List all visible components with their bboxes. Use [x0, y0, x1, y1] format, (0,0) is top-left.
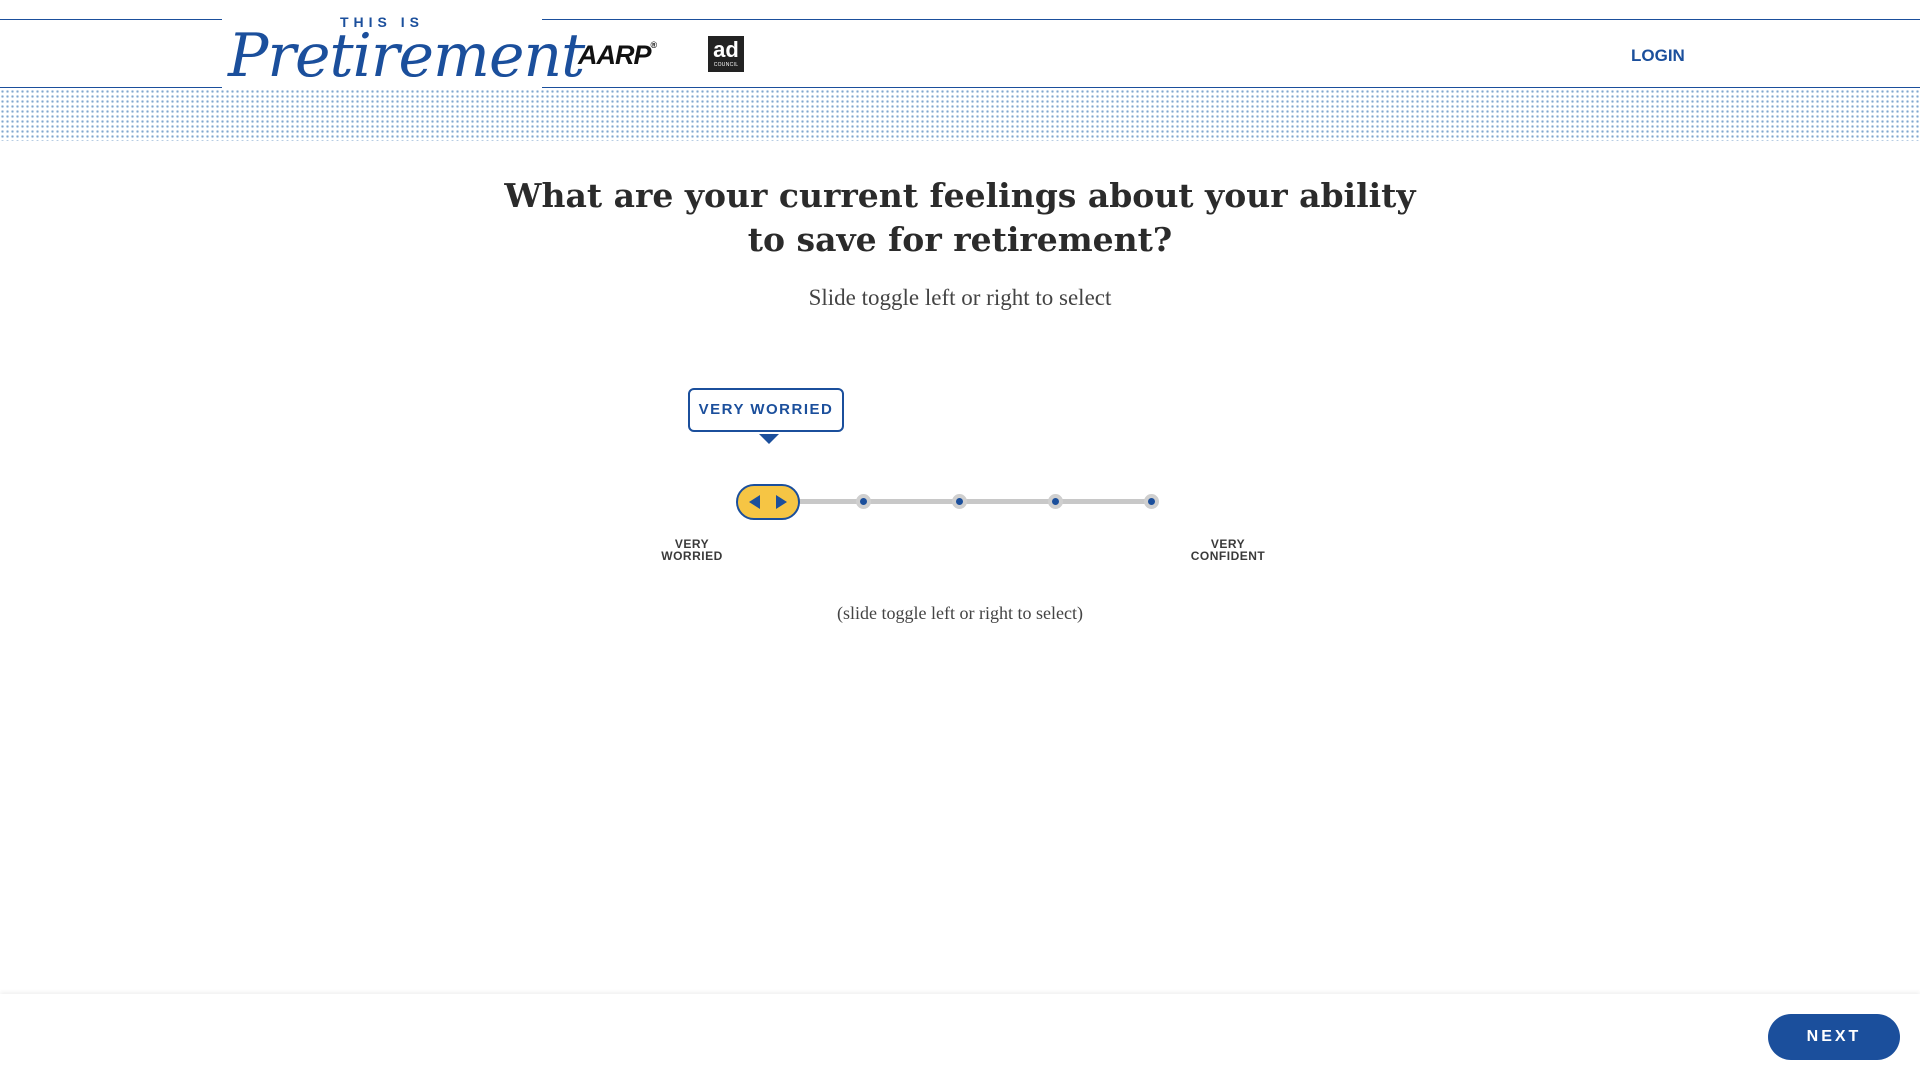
site-header: THIS IS Pretirement AARP® ad COUNCIL LOG…: [0, 0, 1920, 100]
page: THIS IS Pretirement AARP® ad COUNCIL LOG…: [0, 0, 1920, 1080]
question-line-1: What are your current feelings about you…: [504, 176, 1416, 215]
aarp-registered-mark: ®: [650, 40, 658, 50]
slider-min-label: VERY WORRIED: [632, 538, 752, 562]
aarp-logo-text: AARP: [578, 40, 652, 70]
footer-bar: NEXT: [0, 994, 1920, 1080]
logo-wordmark: Pretirement: [228, 21, 585, 91]
slider-hint: (slide toggle left or right to select): [837, 603, 1083, 623]
slider-max-label: VERY CONFIDENT: [1168, 538, 1288, 562]
pretirement-logo[interactable]: THIS IS Pretirement: [222, 10, 585, 100]
ad-council-logo-ad: ad: [713, 37, 739, 62]
question-line-2: to save for retirement?: [747, 220, 1173, 259]
triangle-right-icon: [776, 495, 787, 509]
slider-stop-2[interactable]: [856, 494, 871, 509]
selected-value-tooltip: VERY WORRIED: [688, 388, 844, 432]
ad-council-logo-council: COUNCIL: [713, 62, 739, 68]
question-subtitle: Slide toggle left or right to select: [808, 285, 1112, 310]
question-title: What are your current feelings about you…: [460, 174, 1460, 262]
slider-max-label-line-2: CONFIDENT: [1190, 549, 1266, 563]
slider-min-label-line-2: WORRIED: [661, 549, 723, 563]
tooltip-pointer: [759, 434, 779, 444]
slider-thumb[interactable]: [736, 484, 800, 520]
login-link[interactable]: LOGIN: [1631, 46, 1685, 66]
ad-council-logo: ad COUNCIL: [708, 36, 744, 72]
slider-stop-4[interactable]: [1048, 494, 1063, 509]
aarp-logo: AARP®: [578, 40, 658, 71]
slider-stop-3[interactable]: [952, 494, 967, 509]
slider-stop-5[interactable]: [1144, 494, 1159, 509]
triangle-left-icon: [749, 495, 760, 509]
next-button[interactable]: NEXT: [1768, 1014, 1900, 1060]
header-dot-pattern: [0, 89, 1920, 141]
